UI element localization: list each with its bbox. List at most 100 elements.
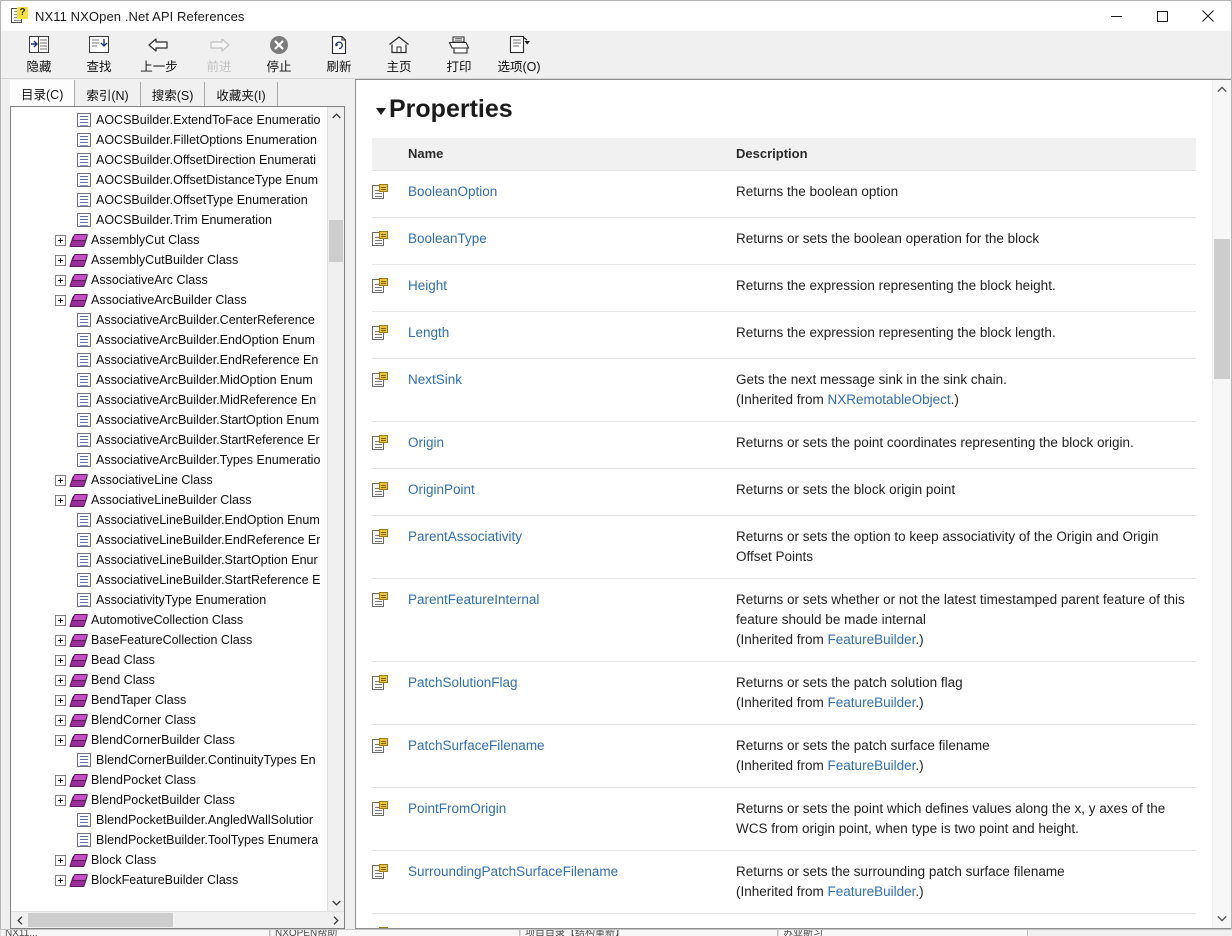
tree-item[interactable]: AssociativeLine Class: [11, 470, 327, 490]
tree-item[interactable]: AssociativeLineBuilder.EndOption Enum: [11, 510, 327, 530]
tree-scroll-right-button[interactable]: [327, 912, 344, 928]
toolbar-button-home[interactable]: 主页: [369, 31, 429, 78]
expand-plus-icon[interactable]: [55, 474, 66, 486]
tree-scroll-down-button[interactable]: [328, 894, 344, 911]
taskbar-item[interactable]: 项目目录【结构重新】: [520, 930, 778, 936]
tree-item[interactable]: AOCSBuilder.FilletOptions Enumeration: [11, 130, 327, 150]
content-scroll-thumb[interactable]: [1214, 239, 1230, 379]
tree-item[interactable]: AOCSBuilder.ExtendToFace Enumeratio: [11, 110, 327, 130]
expand-plus-icon[interactable]: [55, 234, 66, 246]
tree-item[interactable]: AssociativeArcBuilder.EndReference En: [11, 350, 327, 370]
property-link[interactable]: PointFromOrigin: [408, 801, 506, 816]
inherited-type-link[interactable]: NXRemotableObject: [828, 392, 951, 407]
tree-item[interactable]: BlendPocketBuilder.AngledWallSolutior: [11, 810, 327, 830]
expand-plus-icon[interactable]: [55, 694, 66, 706]
taskbar-item[interactable]: 苏亚斯习: [778, 930, 1028, 936]
inherited-type-link[interactable]: FeatureBuilder: [828, 884, 916, 899]
tree-item[interactable]: AssociativeLineBuilder Class: [11, 490, 327, 510]
property-link[interactable]: OriginPoint: [408, 482, 475, 497]
tree-item[interactable]: AssemblyCutBuilder Class: [11, 250, 327, 270]
content-scroll-track[interactable]: [1213, 99, 1231, 909]
expand-plus-icon[interactable]: [55, 734, 66, 746]
tree-item[interactable]: BlendCornerBuilder.ContinuityTypes En: [11, 750, 327, 770]
tree-hscroll-thumb[interactable]: [28, 913, 173, 927]
tree-item[interactable]: BendTaper Class: [11, 690, 327, 710]
expand-plus-icon[interactable]: [55, 254, 66, 266]
tree-item[interactable]: AssociativeArcBuilder.Types Enumeratio: [11, 450, 327, 470]
expand-plus-icon[interactable]: [55, 654, 66, 666]
tab-contents[interactable]: 目录(C): [10, 80, 76, 106]
tree-scroll-left-button[interactable]: [11, 912, 28, 928]
toolbar-button-back[interactable]: 上一步: [129, 31, 189, 78]
expand-plus-icon[interactable]: [55, 674, 66, 686]
property-link[interactable]: PatchSolutionFlag: [408, 675, 518, 690]
toolbar-button-refresh[interactable]: 刷新: [309, 31, 369, 78]
taskbar-item[interactable]: NXOPEN帮助: [270, 930, 520, 936]
tree-item[interactable]: Bend Class: [11, 670, 327, 690]
toolbar-button-print[interactable]: 打印: [429, 31, 489, 78]
tree-item[interactable]: AssociativeArcBuilder.StartReference Er: [11, 430, 327, 450]
content-vertical-scrollbar[interactable]: [1212, 80, 1231, 928]
property-link[interactable]: NextSink: [408, 372, 462, 387]
tab-search[interactable]: 搜索(S): [141, 82, 206, 106]
expand-plus-icon[interactable]: [55, 274, 66, 286]
tree-item[interactable]: AOCSBuilder.OffsetDirection Enumerati: [11, 150, 327, 170]
inherited-type-link[interactable]: FeatureBuilder: [828, 758, 916, 773]
expand-plus-icon[interactable]: [55, 634, 66, 646]
tree-item[interactable]: AssociativityType Enumeration: [11, 590, 327, 610]
expand-plus-icon[interactable]: [55, 874, 66, 886]
property-link[interactable]: Length: [408, 325, 449, 340]
property-link[interactable]: Origin: [408, 435, 444, 450]
tree-item[interactable]: AssociativeLineBuilder.StartReference E: [11, 570, 327, 590]
content-scroll-down-button[interactable]: [1213, 909, 1231, 928]
taskbar-item[interactable]: NX11...: [0, 930, 270, 936]
expand-plus-icon[interactable]: [55, 494, 66, 506]
tree-item[interactable]: Block Class: [11, 850, 327, 870]
tree-item[interactable]: AssociativeLineBuilder.EndReference Er: [11, 530, 327, 550]
tree-hscroll-track[interactable]: [28, 912, 327, 928]
tree-item[interactable]: AOCSBuilder.OffsetType Enumeration: [11, 190, 327, 210]
expand-plus-icon[interactable]: [55, 794, 66, 806]
toolbar-button-forward[interactable]: 前进: [189, 31, 249, 78]
property-link[interactable]: ParentAssociativity: [408, 529, 522, 544]
tab-favorites[interactable]: 收藏夹(I): [205, 82, 278, 106]
contents-tree[interactable]: AOCSBuilder.ExtendToFace Enumeratio AOCSB…: [11, 107, 327, 911]
inherited-type-link[interactable]: FeatureBuilder: [828, 695, 916, 710]
tree-item[interactable]: AOCSBuilder.Trim Enumeration: [11, 210, 327, 230]
minimize-button[interactable]: [1093, 1, 1139, 31]
tree-item[interactable]: BlendPocket Class: [11, 770, 327, 790]
tree-item[interactable]: BlendPocketBuilder.ToolTypes Enumera: [11, 830, 327, 850]
tree-item[interactable]: AssociativeLineBuilder.StartOption Enur: [11, 550, 327, 570]
expand-plus-icon[interactable]: [55, 774, 66, 786]
expand-plus-icon[interactable]: [55, 714, 66, 726]
property-link[interactable]: BooleanOption: [408, 184, 497, 199]
property-link[interactable]: Tag: [408, 927, 430, 928]
expand-plus-icon[interactable]: [55, 854, 66, 866]
tab-index[interactable]: 索引(N): [75, 82, 141, 106]
tree-item[interactable]: AOCSBuilder.OffsetDistanceType Enum: [11, 170, 327, 190]
tree-item[interactable]: BlendPocketBuilder Class: [11, 790, 327, 810]
tree-item[interactable]: AssemblyCut Class: [11, 230, 327, 250]
toolbar-button-locate[interactable]: 查找: [69, 31, 129, 78]
tree-item[interactable]: AssociativeArcBuilder Class: [11, 290, 327, 310]
maximize-button[interactable]: [1139, 1, 1185, 31]
tree-item[interactable]: AssociativeArcBuilder.StartOption Enum: [11, 410, 327, 430]
tree-item[interactable]: AutomotiveCollection Class: [11, 610, 327, 630]
content-scroll-up-button[interactable]: [1213, 80, 1231, 99]
tree-item[interactable]: BlockFeatureBuilder Class: [11, 870, 327, 890]
tree-vertical-scrollbar[interactable]: [327, 107, 344, 911]
page-title[interactable]: Properties: [376, 95, 1196, 124]
collapse-triangle-icon[interactable]: [376, 108, 386, 116]
toolbar-button-hide[interactable]: 隐藏: [9, 31, 69, 78]
tree-item[interactable]: AssociativeArcBuilder.MidReference En: [11, 390, 327, 410]
toolbar-button-stop[interactable]: 停止: [249, 31, 309, 78]
expand-plus-icon[interactable]: [55, 294, 66, 306]
tree-item[interactable]: AssociativeArcBuilder.MidOption Enum: [11, 370, 327, 390]
tree-scroll-track[interactable]: [328, 124, 344, 894]
expand-plus-icon[interactable]: [55, 614, 66, 626]
property-link[interactable]: SurroundingPatchSurfaceFilename: [408, 864, 618, 879]
tree-scroll-up-button[interactable]: [328, 107, 344, 124]
tree-item[interactable]: BaseFeatureCollection Class: [11, 630, 327, 650]
tree-item[interactable]: BlendCorner Class: [11, 710, 327, 730]
property-link[interactable]: ParentFeatureInternal: [408, 592, 539, 607]
